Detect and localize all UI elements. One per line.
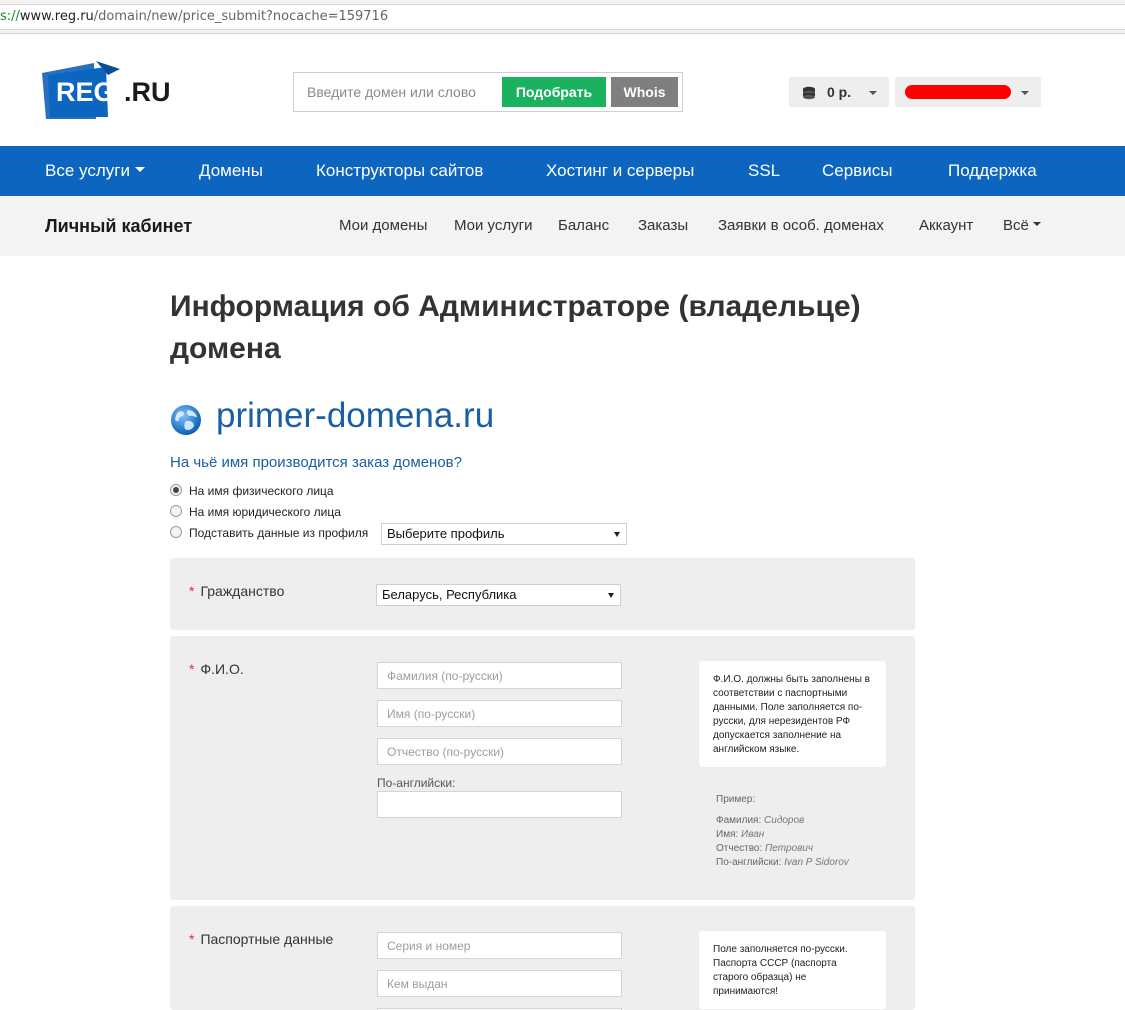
surname-input[interactable]	[377, 662, 622, 689]
citizenship-panel: * Гражданство Беларусь, Республика	[170, 558, 915, 630]
passport-series-input[interactable]	[377, 932, 622, 959]
pick-button[interactable]: Подобрать	[502, 77, 606, 107]
example-row: По-английски: Ivan P Sidorov	[716, 856, 849, 870]
owner-question: На чьё имя производится заказ доменов?	[170, 454, 462, 471]
profile-select-value: Выберите профиль	[387, 526, 505, 541]
nav-label: Все услуги	[45, 161, 130, 180]
dropdown-arrow-icon	[614, 532, 620, 537]
fio-label-text: Ф.И.О.	[200, 661, 244, 677]
site-header: REG .RU Подобрать Whois 0 р.	[0, 35, 1125, 146]
domain-search-input[interactable]	[295, 74, 500, 110]
english-name-label: По-английски:	[377, 776, 456, 790]
example-key: Отчество:	[716, 843, 763, 854]
domain-name: primer-domena.ru	[216, 396, 495, 435]
page-title-line-2: домена	[170, 332, 281, 365]
passport-label: * Паспортные данные	[189, 931, 333, 947]
domain-search: Подобрать Whois	[293, 72, 683, 112]
example-row: Фамилия: Сидоров	[716, 814, 849, 828]
nav-item-ssl[interactable]: SSL	[748, 146, 780, 196]
fio-label: * Ф.И.О.	[189, 661, 244, 677]
passport-hint: Поле заполняется по-русски. Паспорта ССС…	[699, 931, 886, 1009]
main-nav: Все услуги Домены Конструкторы сайтов Хо…	[0, 146, 1125, 196]
required-asterisk: *	[189, 583, 195, 599]
subnav-account[interactable]: Аккаунт	[919, 196, 973, 256]
citizenship-label-text: Гражданство	[200, 583, 285, 599]
url-host: www.reg.ru	[19, 9, 94, 24]
example-value: Иван	[741, 829, 765, 840]
fio-panel: * Ф.И.О. По-английски: Ф.И.О. должны быть…	[170, 636, 915, 900]
passport-issued-input[interactable]	[377, 970, 622, 997]
account-dropdown[interactable]	[895, 77, 1041, 107]
citizenship-select-value: Беларусь, Республика	[382, 587, 517, 602]
radio-individual[interactable]: На имя физического лица	[170, 483, 370, 501]
radio-button-selected[interactable]	[170, 484, 182, 496]
radio-from-profile[interactable]: Подставить данные из профиля	[170, 525, 380, 543]
balance-amount: 0 р.	[827, 84, 852, 100]
subnav-balance[interactable]: Баланс	[558, 196, 609, 256]
chevron-down-icon	[1021, 91, 1029, 95]
example-value: Петрович	[765, 843, 814, 854]
dropdown-arrow-icon	[608, 593, 614, 598]
logo-text-reg: REG	[56, 77, 115, 107]
browser-address-bar: s://www.reg.ru/domain/new/price_submit?n…	[0, 0, 1125, 34]
example-key: Фамилия:	[716, 815, 762, 826]
nav-item-support[interactable]: Поддержка	[948, 146, 1037, 196]
page-title: Информация об Администраторе (владельце)…	[170, 286, 930, 370]
fio-example: Пример: Фамилия: Сидоров Имя: Иван Отчес…	[716, 793, 849, 870]
url-path: /domain/new/price_submit?nocache=159716	[93, 9, 389, 24]
required-asterisk: *	[189, 931, 195, 947]
subnav-all[interactable]: Всё	[1003, 196, 1041, 256]
patronymic-input[interactable]	[377, 738, 622, 765]
fio-hint: Ф.И.О. должны быть заполнены в соответст…	[699, 661, 886, 767]
nav-item-domains[interactable]: Домены	[199, 146, 263, 196]
example-row: Отчество: Петрович	[716, 842, 849, 856]
passport-label-text: Паспортные данные	[200, 931, 334, 947]
subnav-special-domain-requests[interactable]: Заявки в особ. доменах	[718, 196, 884, 256]
logo-text-ru: .RU	[124, 77, 171, 107]
example-key: Имя:	[716, 829, 739, 840]
nav-item-hosting[interactable]: Хостинг и серверы	[546, 146, 694, 196]
radio-button[interactable]	[170, 526, 182, 538]
globe-icon	[171, 405, 201, 435]
example-key: По-английски:	[716, 857, 782, 868]
nav-item-all-services[interactable]: Все услуги	[45, 146, 145, 196]
nav-item-site-builders[interactable]: Конструкторы сайтов	[316, 146, 483, 196]
profile-select[interactable]: Выберите профиль	[381, 523, 627, 545]
example-value: Сидоров	[764, 815, 805, 826]
page-title-line-1: Информация об Администраторе (владельце)	[170, 290, 861, 323]
passport-panel: * Паспортные данные Поле заполняется по-р…	[170, 906, 915, 1010]
nav-item-services[interactable]: Сервисы	[822, 146, 892, 196]
redacted-username	[905, 85, 1011, 99]
example-value: Ivan P Sidorov	[784, 857, 849, 868]
radio-label: На имя физического лица	[189, 484, 334, 498]
citizenship-select[interactable]: Беларусь, Республика	[376, 584, 621, 606]
subnav-my-services[interactable]: Мои услуги	[454, 196, 533, 256]
caret-down-icon	[134, 167, 145, 173]
reg-ru-logo[interactable]: REG .RU	[42, 57, 172, 119]
url-scheme: s://	[0, 9, 20, 24]
example-title: Пример:	[716, 794, 756, 805]
required-asterisk: *	[189, 661, 195, 677]
radio-legal-entity[interactable]: На имя юридического лица	[170, 504, 370, 522]
whois-button[interactable]: Whois	[611, 77, 678, 107]
account-subnav: Личный кабинет Мои домены Мои услуги Бал…	[0, 196, 1125, 256]
chevron-down-icon	[869, 91, 877, 95]
url-field[interactable]: s://www.reg.ru/domain/new/price_submit?n…	[0, 4, 1125, 30]
radio-label: На имя юридического лица	[189, 505, 341, 519]
subnav-orders[interactable]: Заказы	[638, 196, 688, 256]
citizenship-label: * Гражданство	[189, 583, 284, 599]
balance-dropdown[interactable]: 0 р.	[789, 77, 889, 107]
subnav-my-domains[interactable]: Мои домены	[339, 196, 427, 256]
first-name-input[interactable]	[377, 700, 622, 727]
example-row: Имя: Иван	[716, 828, 849, 842]
coins-icon	[803, 86, 815, 100]
account-title[interactable]: Личный кабинет	[45, 196, 192, 256]
subnav-all-label: Всё	[1003, 217, 1029, 234]
radio-label: Подставить данные из профиля	[189, 526, 369, 540]
radio-button[interactable]	[170, 505, 182, 517]
caret-down-icon	[1032, 222, 1041, 227]
english-name-input[interactable]	[377, 791, 622, 818]
